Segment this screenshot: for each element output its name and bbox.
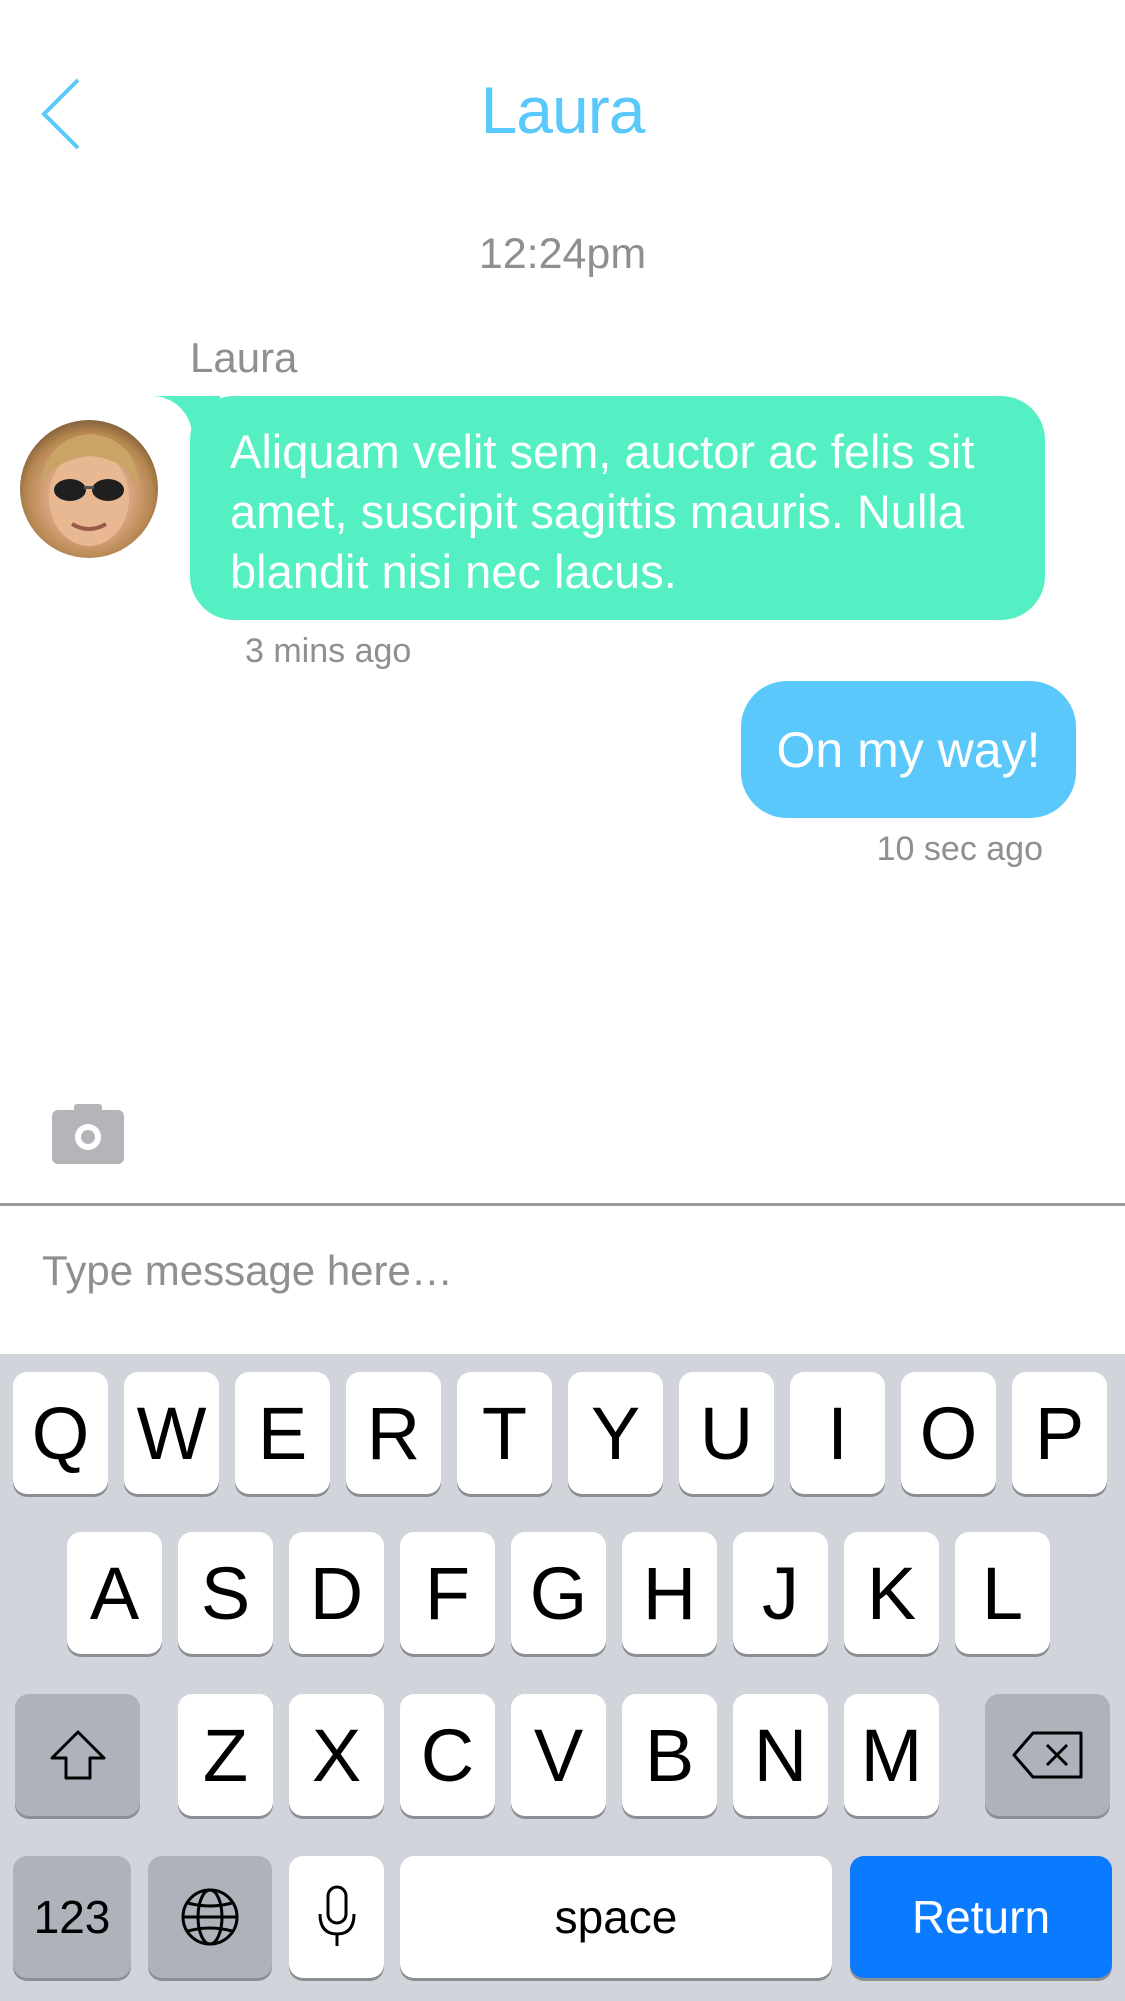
avatar-face-image: [40, 434, 140, 546]
key-e[interactable]: E: [235, 1372, 330, 1494]
key-i[interactable]: I: [790, 1372, 885, 1494]
key-k[interactable]: K: [844, 1532, 939, 1654]
thread-timestamp: 12:24pm: [478, 230, 647, 278]
key-p[interactable]: P: [1012, 1372, 1107, 1494]
key-l[interactable]: L: [955, 1532, 1050, 1654]
key-w[interactable]: W: [124, 1372, 219, 1494]
backspace-icon: [1012, 1731, 1082, 1779]
key-c[interactable]: C: [400, 1694, 495, 1816]
key-v[interactable]: V: [511, 1694, 606, 1816]
conversation-title: Laura: [480, 73, 646, 147]
key-d[interactable]: D: [289, 1532, 384, 1654]
globe-key[interactable]: [148, 1856, 272, 1978]
camera-button[interactable]: [52, 1104, 124, 1164]
key-g[interactable]: G: [511, 1532, 606, 1654]
incoming-message-bubble[interactable]: Aliquam velit sem, auctor ac felis sit a…: [190, 396, 1045, 620]
key-z[interactable]: Z: [178, 1694, 273, 1816]
keyboard: Q W E R T Y U I O P A S D F G H J K L Z …: [0, 1354, 1125, 2001]
outgoing-message-text: On my way!: [776, 721, 1041, 778]
key-h[interactable]: H: [622, 1532, 717, 1654]
avatar[interactable]: [20, 420, 158, 558]
key-a[interactable]: A: [67, 1532, 162, 1654]
incoming-message-time: 3 mins ago: [245, 632, 412, 670]
outgoing-message-bubble[interactable]: On my way!: [741, 681, 1076, 818]
shift-icon: [50, 1730, 105, 1780]
sender-name: Laura: [190, 334, 298, 381]
message-input[interactable]: [40, 1225, 1084, 1317]
shift-key[interactable]: [15, 1694, 140, 1816]
key-x[interactable]: X: [289, 1694, 384, 1816]
numbers-key[interactable]: 123: [13, 1856, 131, 1978]
key-b[interactable]: B: [622, 1694, 717, 1816]
outgoing-message-time: 10 sec ago: [876, 830, 1043, 868]
backspace-key[interactable]: [985, 1694, 1110, 1816]
return-key[interactable]: Return: [850, 1856, 1112, 1978]
camera-icon: [52, 1104, 124, 1164]
key-t[interactable]: T: [457, 1372, 552, 1494]
key-o[interactable]: O: [901, 1372, 996, 1494]
key-n[interactable]: N: [733, 1694, 828, 1816]
key-q[interactable]: Q: [13, 1372, 108, 1494]
globe-icon: [181, 1888, 239, 1946]
key-s[interactable]: S: [178, 1532, 273, 1654]
key-m[interactable]: M: [844, 1694, 939, 1816]
composer-divider: [0, 1203, 1125, 1206]
space-key[interactable]: space: [400, 1856, 832, 1978]
key-u[interactable]: U: [679, 1372, 774, 1494]
microphone-key[interactable]: [289, 1856, 384, 1978]
key-j[interactable]: J: [733, 1532, 828, 1654]
key-r[interactable]: R: [346, 1372, 441, 1494]
microphone-icon: [318, 1885, 355, 1946]
key-y[interactable]: Y: [568, 1372, 663, 1494]
key-f[interactable]: F: [400, 1532, 495, 1654]
